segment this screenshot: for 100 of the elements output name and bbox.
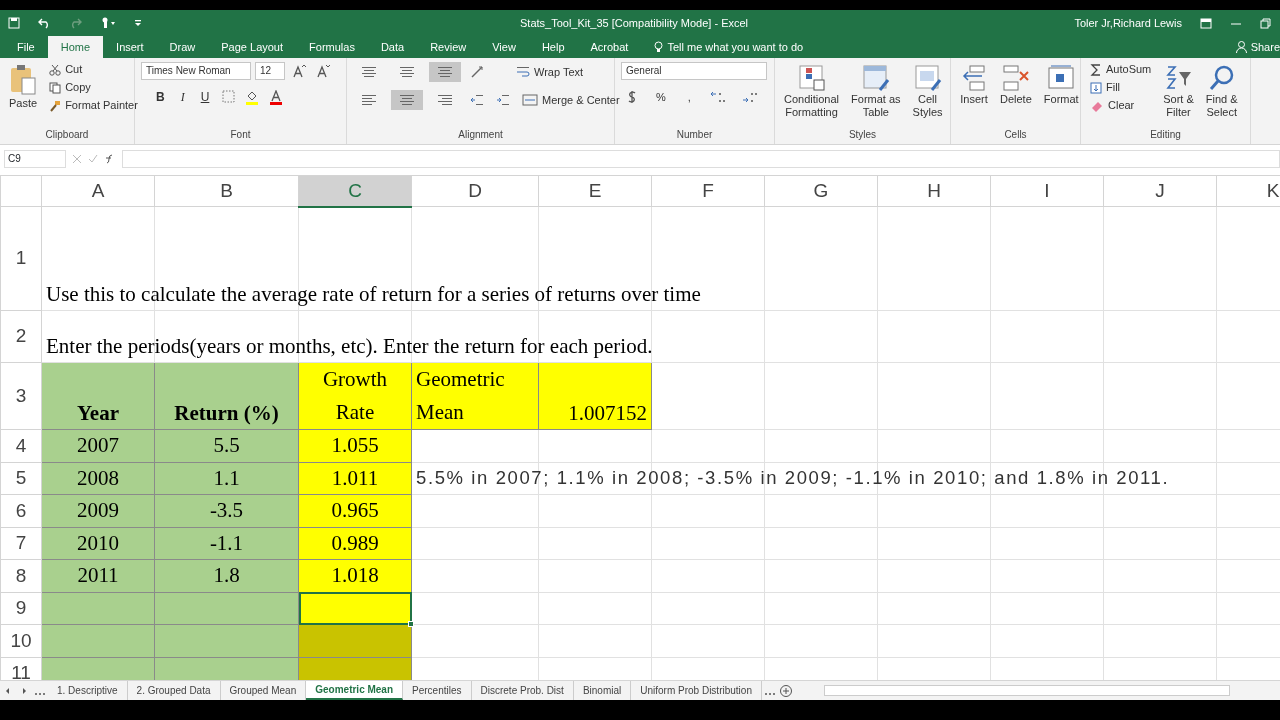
enter-icon[interactable] [88,154,98,164]
row-header[interactable]: 9 [0,592,42,625]
column-header[interactable]: G [764,175,878,207]
table-cell[interactable]: 2010 [41,527,155,560]
sheet-tab[interactable]: Geometric Mean [306,681,404,700]
clear-button[interactable]: Clear [1087,98,1155,113]
formula-field[interactable] [122,150,1280,168]
ribbon-tab[interactable]: File [4,36,48,58]
delete-button[interactable]: Delete [997,62,1035,128]
fill-color-icon[interactable] [245,90,260,105]
table-cell[interactable]: 0.989 [298,527,412,560]
fill-handle[interactable] [408,621,414,627]
cell-styles-button[interactable]: Cell Styles [909,62,946,128]
row-header[interactable]: 6 [0,494,42,527]
ribbon-tab[interactable]: Insert [103,36,157,58]
column-header[interactable]: J [1103,175,1217,207]
table-cell[interactable]: 1.011 [298,462,412,495]
format-button[interactable]: Format [1040,62,1082,128]
font-color-icon[interactable] [269,90,284,105]
horizontal-scrollbar[interactable] [823,685,1230,696]
table-cell[interactable]: -1.1 [154,527,299,560]
table-cell[interactable]: Return (%) [154,362,299,430]
table-cell[interactable] [154,624,299,657]
row-header[interactable]: 2 [0,310,42,363]
share-button[interactable]: Share [1222,36,1280,58]
column-header[interactable]: K [1216,175,1280,207]
table-cell[interactable]: 2009 [41,494,155,527]
table-cell[interactable]: 2011 [41,559,155,592]
wrap-text-button[interactable]: Wrap Text [513,62,587,82]
font-name-field[interactable]: Times New Roman [141,62,251,80]
sheet-tab[interactable]: Discrete Prob. Dist [471,681,574,700]
touch-icon[interactable] [100,17,116,29]
find-select-button[interactable]: Find & Select [1202,62,1241,128]
row-header[interactable]: 3 [0,362,42,430]
row-header[interactable]: 5 [0,462,42,495]
number-format-field[interactable]: General [621,62,767,80]
undo-icon[interactable] [38,17,51,29]
format-painter-button[interactable]: Format Painter [46,98,141,113]
table-cell[interactable] [298,592,412,625]
restore-icon[interactable] [1260,17,1272,29]
table-cell[interactable] [41,624,155,657]
table-cell[interactable] [154,592,299,625]
ribbon-tab[interactable]: Data [367,36,418,58]
increase-decimal-icon[interactable] [709,90,726,104]
table-cell[interactable] [41,657,155,680]
paste-button[interactable]: Paste [6,62,41,128]
ribbon-options-icon[interactable] [1200,17,1212,29]
save-icon[interactable] [8,17,20,29]
font-size-field[interactable]: 12 [255,62,285,80]
ribbon-tab[interactable]: Help [528,36,578,58]
sheet-tab[interactable]: Percentiles [403,681,472,700]
cut-button[interactable]: Cut [46,62,141,77]
bottom-align-button[interactable] [429,62,461,82]
column-header[interactable]: H [877,175,991,207]
name-box[interactable]: C9 [4,150,66,168]
table-cell[interactable] [41,592,155,625]
table-cell[interactable]: Year [41,362,155,430]
table-cell[interactable]: 2008 [41,462,155,495]
column-header[interactable]: B [154,175,299,207]
row-header[interactable]: 11 [0,657,42,680]
table-cell[interactable]: -3.5 [154,494,299,527]
decrease-decimal-icon[interactable] [741,90,758,104]
table-cell[interactable]: 1.018 [298,559,412,592]
ribbon-tab[interactable]: Draw [156,36,209,58]
insert-button[interactable]: Insert [957,62,991,128]
sheet-tab[interactable]: 2. Grouped Data [127,681,221,700]
table-cell[interactable]: Geometric Mean [411,362,539,430]
bold-button[interactable]: B [153,90,168,105]
cancel-icon[interactable] [72,154,82,164]
column-header[interactable]: E [538,175,652,207]
column-header[interactable]: A [41,175,155,207]
row-header[interactable]: 8 [0,559,42,592]
copy-button[interactable]: Copy [46,80,141,95]
fill-button[interactable]: Fill [1087,80,1155,95]
row-header[interactable]: 7 [0,527,42,560]
comma-button[interactable]: , [684,90,694,105]
redo-icon[interactable] [69,17,82,29]
table-cell[interactable]: 2007 [41,429,155,462]
table-cell[interactable]: Growth Rate [298,362,412,430]
tell-me-search[interactable]: Tell me what you want to do [641,36,817,58]
conditional-formatting-button[interactable]: Conditional Formatting [781,62,843,128]
table-cell[interactable]: 1.007152 [538,362,652,430]
sheet-tab[interactable]: 1. Descriptive [48,681,128,700]
column-header[interactable]: F [651,175,765,207]
table-cell[interactable]: 1.1 [154,462,299,495]
column-header[interactable]: D [411,175,539,207]
row-header[interactable]: 10 [0,624,42,657]
table-cell[interactable]: 1.055 [298,429,412,462]
sort-filter-button[interactable]: Sort & Filter [1160,62,1197,128]
ribbon-tab[interactable]: View [479,36,529,58]
sheet-tab[interactable]: Uniform Prob Distribution [631,681,762,700]
table-cell[interactable]: 5.5 [154,429,299,462]
format-as-table-button[interactable]: Format as Table [848,62,904,128]
table-cell[interactable] [298,657,412,680]
table-cell[interactable]: 1.8 [154,559,299,592]
ribbon-tab[interactable]: Acrobat [577,36,642,58]
center-align-button[interactable] [391,90,423,110]
table-cell[interactable]: 0.965 [298,494,412,527]
sheet-tab[interactable]: Binomial [573,681,632,700]
italic-button[interactable]: I [177,90,188,105]
